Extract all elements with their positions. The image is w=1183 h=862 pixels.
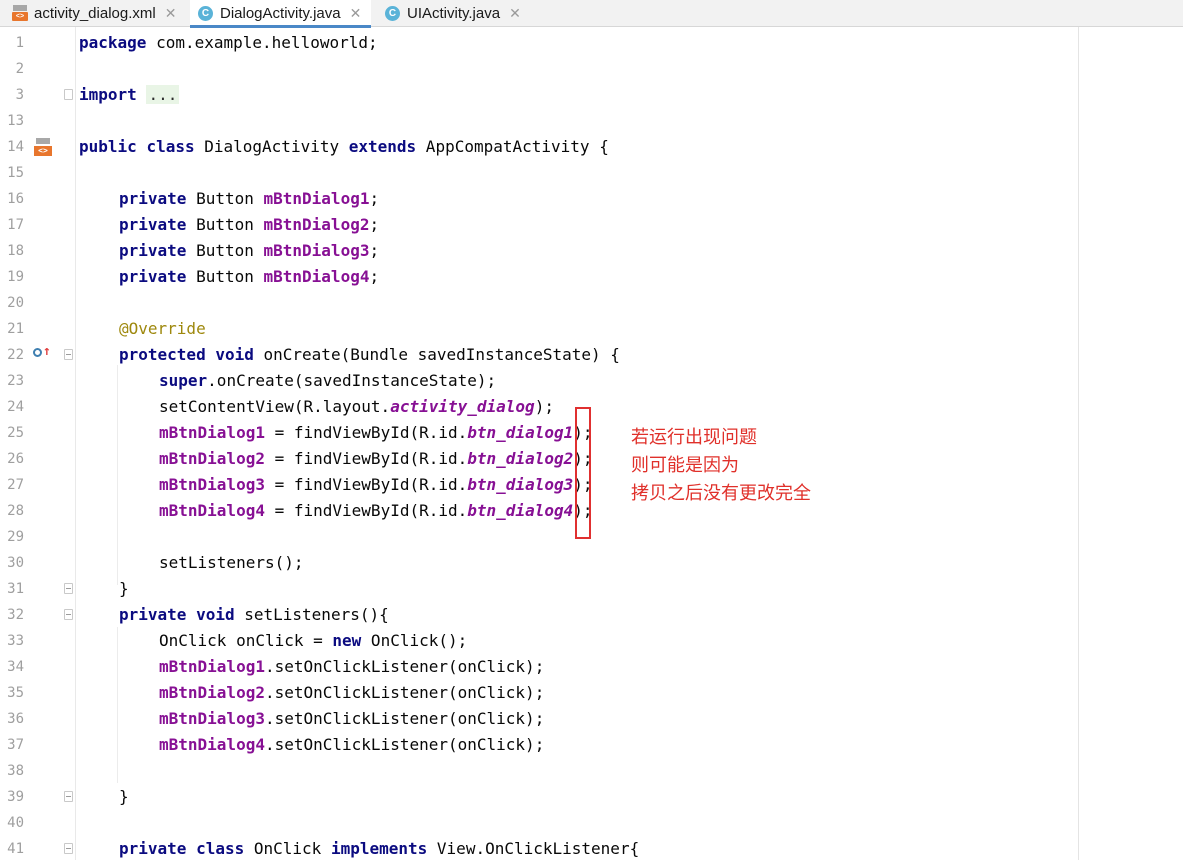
line-number: 15 xyxy=(7,165,24,181)
editor-tab-bar: <> activity_dialog.xml ✕ C DialogActivit… xyxy=(0,0,1183,28)
line-number: 1 xyxy=(15,35,24,51)
tab-activity-dialog-xml[interactable]: <> activity_dialog.xml ✕ xyxy=(12,0,176,26)
code-line-1: package com.example.helloworld; xyxy=(79,33,378,52)
line-number: 38 xyxy=(7,763,24,779)
line-number: 20 xyxy=(7,295,24,311)
line-number: 32 xyxy=(7,607,24,623)
right-margin-guide xyxy=(1078,27,1079,860)
indent-guide xyxy=(117,365,118,585)
line-number: 21 xyxy=(7,321,24,337)
code-line-23: super.onCreate(savedInstanceState); xyxy=(159,371,497,390)
line-number: 29 xyxy=(7,529,24,545)
gutter-divider xyxy=(75,27,76,860)
code-line-25: mBtnDialog1 = findViewById(R.id.btn_dial… xyxy=(159,423,593,442)
line-number: 34 xyxy=(7,659,24,675)
line-number: 26 xyxy=(7,451,24,467)
code-line-36: mBtnDialog3.setOnClickListener(onClick); xyxy=(159,709,545,728)
code-line-32: private void setListeners(){ xyxy=(119,605,389,624)
java-class-icon: C xyxy=(198,6,213,21)
fold-collapse-icon[interactable] xyxy=(64,349,73,360)
line-number: 24 xyxy=(7,399,24,415)
code-line-35: mBtnDialog2.setOnClickListener(onClick); xyxy=(159,683,545,702)
line-number: 18 xyxy=(7,243,24,259)
code-line-19: private Button mBtnDialog4; xyxy=(119,267,380,286)
indent-guide xyxy=(117,627,118,783)
annotation-note: 拷贝之后没有更改完全 xyxy=(631,483,811,504)
line-number: 40 xyxy=(7,815,24,831)
line-number: 14 xyxy=(7,139,24,155)
line-number: 17 xyxy=(7,217,24,233)
tab-dialog-activity-java[interactable]: C DialogActivity.java ✕ xyxy=(190,0,372,28)
fold-expand-icon[interactable] xyxy=(64,89,73,100)
fold-collapse-icon[interactable] xyxy=(64,609,73,620)
tab-label: DialogActivity.java xyxy=(220,5,341,22)
xml-file-icon: <> xyxy=(12,5,28,21)
annotation-note: 则可能是因为 xyxy=(631,455,739,476)
line-number: 33 xyxy=(7,633,24,649)
code-line-17: private Button mBtnDialog2; xyxy=(119,215,380,234)
code-line-14: public class DialogActivity extends AppC… xyxy=(79,137,609,156)
code-line-21: @Override xyxy=(119,319,206,338)
tab-label: activity_dialog.xml xyxy=(34,4,156,22)
close-icon[interactable]: ✕ xyxy=(350,5,362,22)
close-icon[interactable]: ✕ xyxy=(509,5,521,22)
highlight-box xyxy=(575,407,591,539)
code-line-33: OnClick onClick = new OnClick(); xyxy=(159,631,468,650)
fold-collapse-icon[interactable] xyxy=(64,843,73,854)
code-line-16: private Button mBtnDialog1; xyxy=(119,189,380,208)
code-line-27: mBtnDialog3 = findViewById(R.id.btn_dial… xyxy=(159,475,593,494)
fold-end-icon[interactable] xyxy=(64,791,73,802)
tab-ui-activity-java[interactable]: C UIActivity.java ✕ xyxy=(385,0,521,26)
line-number: 41 xyxy=(7,841,24,857)
tab-label: UIActivity.java xyxy=(407,4,501,22)
line-number: 2 xyxy=(15,61,24,77)
code-line-37: mBtnDialog4.setOnClickListener(onClick); xyxy=(159,735,545,754)
line-number: 28 xyxy=(7,503,24,519)
code-line-3: import ... xyxy=(79,85,180,104)
line-number: 36 xyxy=(7,711,24,727)
code-line-31: } xyxy=(119,579,129,598)
line-number: 23 xyxy=(7,373,24,389)
code-line-24: setContentView(R.layout.activity_dialog)… xyxy=(159,397,554,416)
code-line-18: private Button mBtnDialog3; xyxy=(119,241,380,260)
line-number: 39 xyxy=(7,789,24,805)
line-number: 25 xyxy=(7,425,24,441)
line-number: 13 xyxy=(7,113,24,129)
line-number: 35 xyxy=(7,685,24,701)
close-icon[interactable]: ✕ xyxy=(165,5,177,22)
line-number: 16 xyxy=(7,191,24,207)
line-number: 30 xyxy=(7,555,24,571)
line-number: 27 xyxy=(7,477,24,493)
annotation-note: 若运行出现问题 xyxy=(631,427,757,448)
code-line-39: } xyxy=(119,787,129,806)
line-number: 31 xyxy=(7,581,24,597)
line-number: 22 xyxy=(7,347,24,363)
line-number: 37 xyxy=(7,737,24,753)
code-line-41: private class OnClick implements View.On… xyxy=(119,839,640,858)
fold-end-icon[interactable] xyxy=(64,583,73,594)
java-class-icon: C xyxy=(385,5,400,21)
line-number: 3 xyxy=(15,87,24,103)
folded-imports[interactable]: ... xyxy=(146,85,180,104)
code-line-28: mBtnDialog4 = findViewById(R.id.btn_dial… xyxy=(159,501,593,520)
code-line-22: protected void onCreate(Bundle savedInst… xyxy=(119,345,620,364)
related-xml-layout-icon[interactable]: <> xyxy=(34,138,52,156)
code-line-34: mBtnDialog1.setOnClickListener(onClick); xyxy=(159,657,545,676)
code-line-30: setListeners(); xyxy=(159,553,304,572)
line-number: 19 xyxy=(7,269,24,285)
override-method-icon[interactable]: ↑ xyxy=(33,344,51,360)
code-line-26: mBtnDialog2 = findViewById(R.id.btn_dial… xyxy=(159,449,593,468)
